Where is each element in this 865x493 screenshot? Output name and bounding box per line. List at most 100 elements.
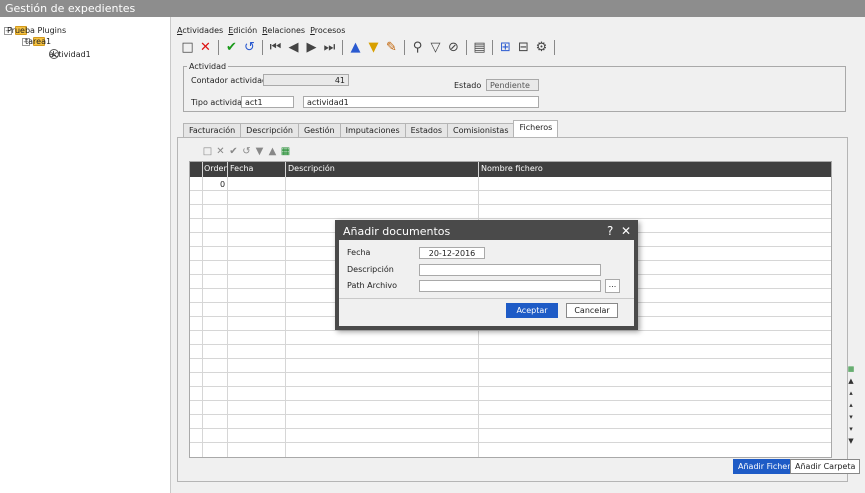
- header-fecha[interactable]: Fecha: [230, 164, 253, 173]
- tab-imputaciones[interactable]: Imputaciones: [339, 123, 406, 137]
- grid-toolbar: □ ✕ ✔ ↺ ▼ ▲ ▦: [202, 145, 291, 159]
- add-folder-button[interactable]: Añadir Carpeta: [790, 459, 861, 474]
- remove-filter-icon[interactable]: ⊘: [446, 40, 461, 55]
- grid-header: Orden Fecha Descripción Nombre fichero: [190, 162, 831, 177]
- tree-node-task[interactable]: − tarea1: [22, 37, 51, 46]
- toolbar-separator: [404, 39, 405, 55]
- estado-field: Pendiente: [486, 79, 539, 91]
- dialog-title: Añadir documentos: [339, 224, 634, 240]
- tab-bar: Facturación Descripción Gestión Imputaci…: [183, 120, 559, 137]
- header-descripcion[interactable]: Descripción: [288, 164, 335, 173]
- contador-label: Contador actividad: [191, 76, 268, 85]
- first-icon[interactable]: ⏮: [268, 40, 283, 55]
- previous-icon[interactable]: ◀: [286, 40, 301, 55]
- main-toolbar: □ ✕ ✔ ↺ ⏮ ◀ ▶ ⏭ ▲ ▼ ✎ ⚲ ▽ ⊘ ▤ ⊞ ⊟ ⚙: [180, 38, 557, 56]
- table-row: [190, 372, 831, 373]
- menu-actividades[interactable]: Actividades: [177, 26, 223, 35]
- path-field[interactable]: [419, 280, 601, 292]
- excel-icon[interactable]: ▦: [280, 147, 291, 158]
- estado-label: Estado: [454, 81, 482, 90]
- confirm-icon[interactable]: ✔: [228, 147, 239, 158]
- page-down-icon[interactable]: ▾: [847, 424, 856, 435]
- tree-node-label: actividad1: [49, 49, 91, 59]
- header-nombre-fichero[interactable]: Nombre fichero: [481, 164, 543, 173]
- table-row: [190, 442, 831, 443]
- toolbar-separator: [218, 39, 219, 55]
- toolbar-separator: [492, 39, 493, 55]
- tab-ficheros[interactable]: Ficheros: [513, 120, 559, 137]
- fecha-field[interactable]: 20-12-2016: [419, 247, 485, 259]
- table-row: [190, 190, 831, 191]
- browse-button[interactable]: ...: [605, 279, 620, 293]
- grid-column-line: [202, 162, 203, 457]
- table-row: [190, 358, 831, 359]
- tipo-label: Tipo actividad: [191, 98, 248, 107]
- tab-comisionistas[interactable]: Comisionistas: [447, 123, 515, 137]
- table-icon[interactable]: ▤: [472, 40, 487, 55]
- first-icon[interactable]: ▲: [847, 376, 856, 387]
- tree-icon[interactable]: ⊞: [498, 40, 513, 55]
- tipo-code-field[interactable]: act1: [241, 96, 294, 108]
- last-icon[interactable]: ⏭: [322, 40, 337, 55]
- grid-side-controls: ▦ ▲ ▴ ▴ ▾ ▾ ▼: [846, 364, 856, 458]
- fecha-label: Fecha: [347, 248, 371, 257]
- tree-panel: − Prueba Plugins − tarea1 actividad1: [0, 17, 171, 493]
- actividad-legend: Actividad: [187, 62, 229, 71]
- undo-icon[interactable]: ↺: [241, 147, 252, 158]
- tipo-name-field[interactable]: actividad1: [303, 96, 539, 108]
- undo-icon[interactable]: ↺: [242, 40, 257, 55]
- help-icon[interactable]: ?: [607, 224, 613, 238]
- path-label: Path Archivo: [347, 281, 398, 290]
- close-icon[interactable]: ✕: [621, 224, 631, 238]
- cell-orden[interactable]: 0: [220, 180, 225, 189]
- confirm-icon[interactable]: ✔: [224, 40, 239, 55]
- menu-procesos[interactable]: Procesos: [310, 26, 345, 35]
- tree-node-activity[interactable]: actividad1: [46, 49, 91, 59]
- filter-icon[interactable]: ▽: [428, 40, 443, 55]
- descripcion-field[interactable]: [419, 264, 601, 276]
- header-orden[interactable]: Orden: [204, 164, 229, 173]
- menu-edicion[interactable]: Edición: [228, 26, 257, 35]
- menubar: Actividades Edición Relaciones Procesos: [177, 26, 345, 35]
- toolbar-separator: [554, 39, 555, 55]
- delete-icon[interactable]: ✕: [198, 40, 213, 55]
- move-up-icon[interactable]: ▲: [267, 147, 278, 158]
- hierarchy-icon[interactable]: ⊟: [516, 40, 531, 55]
- toolbar-separator: [262, 39, 263, 55]
- move-down-icon[interactable]: ▼: [366, 40, 381, 55]
- table-row: [190, 386, 831, 387]
- tab-facturacion[interactable]: Facturación: [183, 123, 242, 137]
- menu-relaciones[interactable]: Relaciones: [262, 26, 305, 35]
- add-documents-dialog: Añadir documentos ? ✕ Fecha 20-12-2016 D…: [335, 220, 638, 330]
- accept-button[interactable]: Aceptar: [506, 303, 558, 318]
- grid-column-line: [227, 162, 228, 457]
- search-icon[interactable]: ⚲: [410, 40, 425, 55]
- last-icon[interactable]: ▼: [847, 436, 856, 447]
- tab-gestion[interactable]: Gestión: [297, 123, 341, 137]
- table-row: [190, 414, 831, 415]
- move-up-icon[interactable]: ▲: [348, 40, 363, 55]
- tree-node-label: Prueba Plugins: [7, 26, 67, 35]
- settings-icon[interactable]: ⚙: [534, 40, 549, 55]
- table-row: [190, 428, 831, 429]
- new-icon[interactable]: □: [180, 40, 195, 55]
- next-icon[interactable]: ▶: [304, 40, 319, 55]
- excel-icon[interactable]: ▦: [847, 364, 856, 375]
- window-title: Gestión de expedientes: [0, 0, 865, 17]
- table-row: [190, 400, 831, 401]
- delete-icon[interactable]: ✕: [215, 147, 226, 158]
- tab-estados[interactable]: Estados: [404, 123, 449, 137]
- up-icon[interactable]: ▴: [847, 400, 856, 411]
- table-row: [190, 218, 831, 219]
- clear-filter-icon[interactable]: ✎: [384, 40, 399, 55]
- table-row: [190, 204, 831, 205]
- down-icon[interactable]: ▾: [847, 412, 856, 423]
- tree-node-root[interactable]: − Prueba Plugins: [4, 26, 66, 35]
- page-up-icon[interactable]: ▴: [847, 388, 856, 399]
- new-icon[interactable]: □: [202, 147, 213, 158]
- grid-column-line: [285, 162, 286, 457]
- tab-descripcion[interactable]: Descripción: [240, 123, 299, 137]
- table-row: [190, 344, 831, 345]
- move-down-icon[interactable]: ▼: [254, 147, 265, 158]
- cancel-button[interactable]: Cancelar: [566, 303, 618, 318]
